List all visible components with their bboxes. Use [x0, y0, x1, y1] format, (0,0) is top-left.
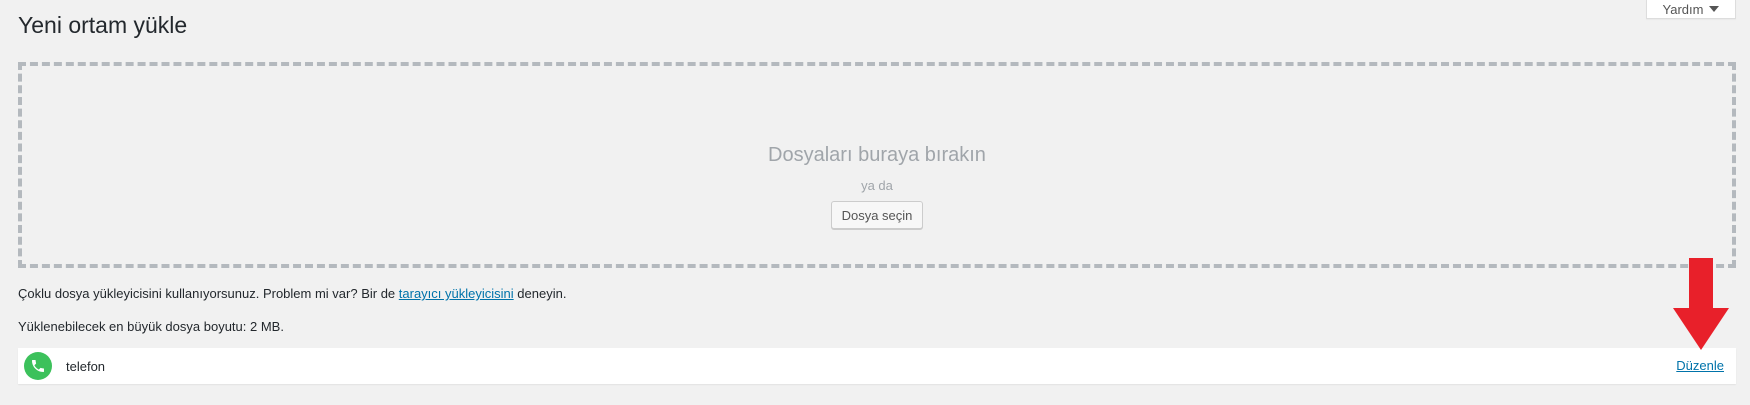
- drop-title: Dosyaları buraya bırakın: [768, 144, 986, 166]
- help-tab-button[interactable]: Yardım: [1646, 0, 1736, 19]
- notice-suffix: deneyin.: [517, 286, 567, 301]
- notice-prefix: Çoklu dosya yükleyicisini kullanıyorsunu…: [18, 286, 396, 301]
- red-arrow-icon: [1673, 258, 1729, 350]
- drop-area[interactable]: Dosyaları buraya bırakın ya da Dosya seç…: [18, 62, 1736, 268]
- uploader-notice: Çoklu dosya yükleyicisini kullanıyorsunu…: [18, 285, 566, 303]
- edit-link[interactable]: Düzenle: [1676, 358, 1724, 373]
- upload-page: Yeni ortam yükle Yardım Dosyaları buraya…: [0, 0, 1750, 405]
- max-size-text: Yüklenebilecek en büyük dosya boyutu: 2 …: [18, 319, 284, 334]
- select-files-button[interactable]: Dosya seçin: [830, 201, 924, 229]
- help-tab-label: Yardım: [1662, 1, 1704, 17]
- page-title: Yeni ortam yükle: [18, 12, 188, 38]
- media-item: telefon Düzenle: [18, 348, 1736, 384]
- caret-down-icon: [1709, 6, 1720, 12]
- media-filename: telefon: [66, 358, 106, 374]
- browser-uploader-link[interactable]: tarayıcı yükleyicisini: [399, 286, 514, 301]
- phone-icon: [24, 352, 52, 380]
- or-text: ya da: [861, 178, 893, 193]
